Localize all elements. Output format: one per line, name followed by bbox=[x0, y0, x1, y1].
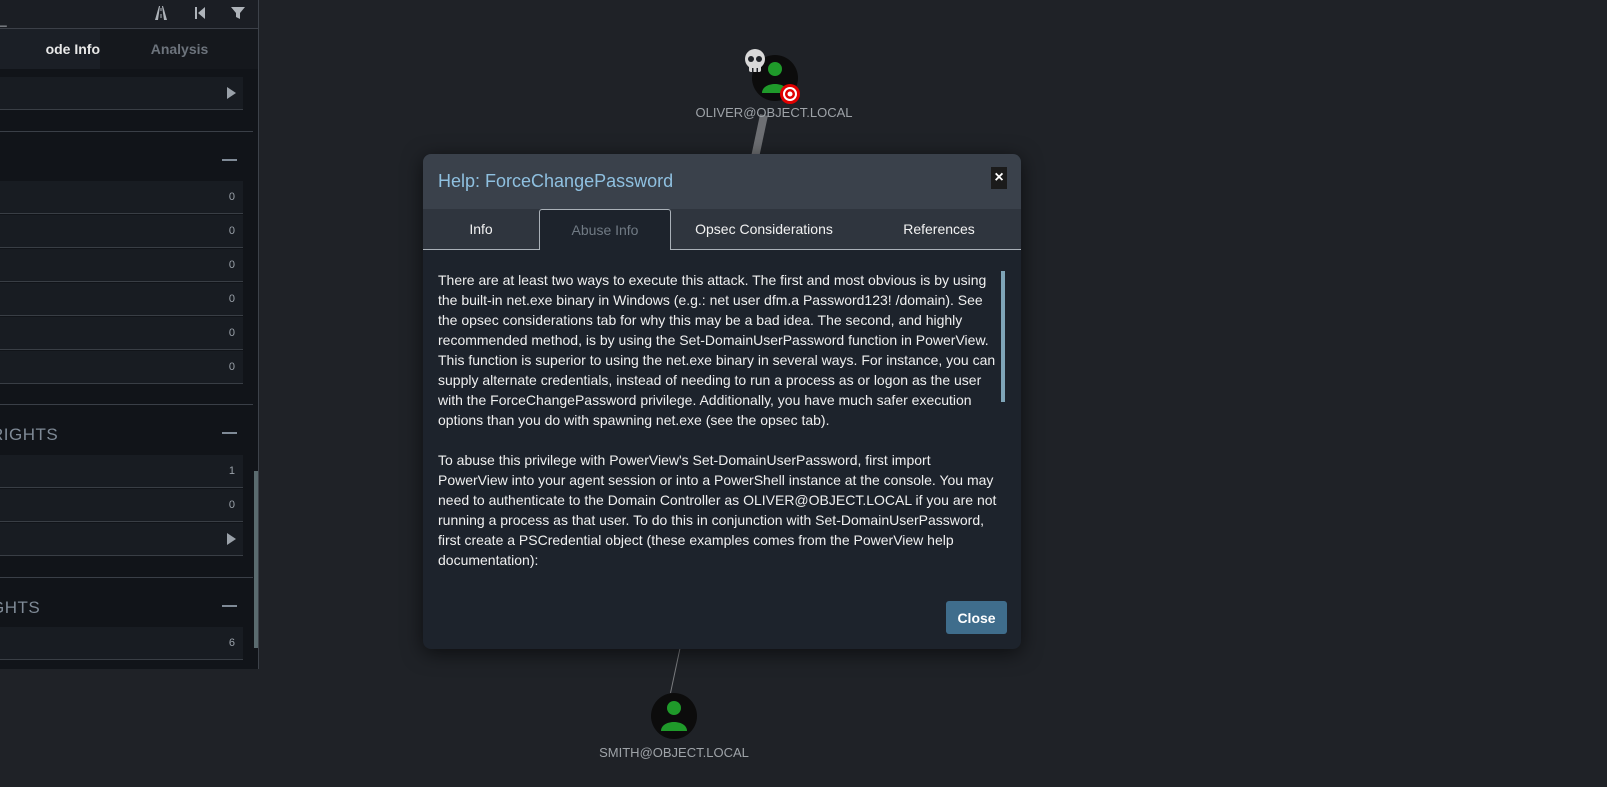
tab-info[interactable]: Info bbox=[423, 209, 539, 249]
row-count: 0 bbox=[228, 361, 235, 373]
modal-header: Help: ForceChangePassword × bbox=[423, 154, 1021, 209]
row-count: 0 bbox=[228, 259, 235, 271]
filter-icon[interactable] bbox=[229, 4, 247, 22]
list-row[interactable]: 0 bbox=[0, 283, 243, 316]
list-row[interactable]: 0 bbox=[0, 489, 243, 522]
modal-body: There are at least two ways to execute t… bbox=[438, 270, 998, 590]
list-row[interactable]: 0 bbox=[0, 181, 243, 214]
graph-edge[interactable] bbox=[670, 645, 681, 694]
section-divider bbox=[0, 577, 253, 578]
graph-node-oliver[interactable] bbox=[745, 48, 805, 104]
node-label-oliver[interactable]: OLIVER@OBJECT.LOCAL bbox=[696, 105, 853, 120]
section-header-rights[interactable]: GHTS bbox=[0, 582, 243, 630]
tab-abuse-info[interactable]: Abuse Info bbox=[539, 209, 671, 250]
modal-title: Help: ForceChangePassword bbox=[438, 171, 674, 191]
list-row[interactable]: 0 bbox=[0, 215, 243, 248]
list-row[interactable]: 1 bbox=[0, 455, 243, 488]
section-divider bbox=[0, 404, 253, 405]
row-count: 0 bbox=[228, 225, 235, 237]
collapsed-row[interactable] bbox=[0, 77, 243, 110]
toolbar-cut-text: _ bbox=[0, 13, 7, 27]
paragraph: To abuse this privilege with PowerView's… bbox=[438, 452, 997, 568]
left-tabs: ode Info Analysis bbox=[0, 29, 259, 69]
node-label-smith[interactable]: SMITH@OBJECT.LOCAL bbox=[599, 745, 749, 760]
step-back-icon[interactable] bbox=[191, 4, 209, 22]
modal-tabs: Info Abuse Info Opsec Considerations Ref… bbox=[423, 209, 1021, 250]
section-header-rights[interactable]: RIGHTS bbox=[0, 409, 243, 457]
help-modal: Help: ForceChangePassword × Info Abuse I… bbox=[423, 154, 1021, 649]
tab-analysis[interactable]: Analysis bbox=[100, 29, 259, 69]
collapse-minus-icon[interactable] bbox=[222, 432, 237, 434]
panel-border bbox=[258, 0, 259, 669]
road-icon[interactable] bbox=[152, 4, 170, 22]
row-count: 6 bbox=[228, 637, 235, 649]
collapsed-row[interactable] bbox=[0, 523, 243, 556]
user-node-icon bbox=[651, 693, 697, 739]
left-toolbar: _ bbox=[0, 0, 259, 29]
close-icon[interactable]: × bbox=[991, 167, 1007, 189]
row-count: 0 bbox=[228, 327, 235, 339]
section-title: GHTS bbox=[0, 598, 41, 617]
graph-node-smith[interactable] bbox=[651, 693, 697, 739]
left-panel: _ ode Info Analysis 0 0 0 0 0 0 RIGHTS 1 bbox=[0, 0, 259, 669]
list-row[interactable]: 0 bbox=[0, 249, 243, 282]
paragraph: There are at least two ways to execute t… bbox=[438, 272, 996, 428]
expand-arrow-icon[interactable] bbox=[227, 87, 236, 99]
row-count: 0 bbox=[228, 499, 235, 511]
list-row[interactable]: 0 bbox=[0, 317, 243, 350]
list-row[interactable]: 6 bbox=[0, 627, 243, 660]
collapse-minus-icon[interactable] bbox=[222, 605, 237, 607]
modal-scrollbar[interactable] bbox=[1001, 271, 1005, 402]
section-header[interactable] bbox=[0, 136, 243, 184]
skull-icon bbox=[745, 49, 765, 72]
list-row[interactable]: 0 bbox=[0, 351, 243, 384]
row-count: 0 bbox=[228, 191, 235, 203]
expand-arrow-icon[interactable] bbox=[227, 533, 236, 545]
tab-references[interactable]: References bbox=[857, 209, 1021, 249]
row-count: 0 bbox=[228, 293, 235, 305]
target-icon bbox=[780, 84, 800, 104]
tab-node-info[interactable]: ode Info bbox=[0, 29, 100, 69]
section-divider bbox=[0, 131, 253, 132]
section-title: RIGHTS bbox=[0, 425, 59, 444]
row-count: 1 bbox=[228, 465, 235, 477]
close-button[interactable]: Close bbox=[946, 601, 1007, 634]
tab-opsec-considerations[interactable]: Opsec Considerations bbox=[671, 209, 857, 249]
collapse-minus-icon[interactable] bbox=[222, 159, 237, 161]
